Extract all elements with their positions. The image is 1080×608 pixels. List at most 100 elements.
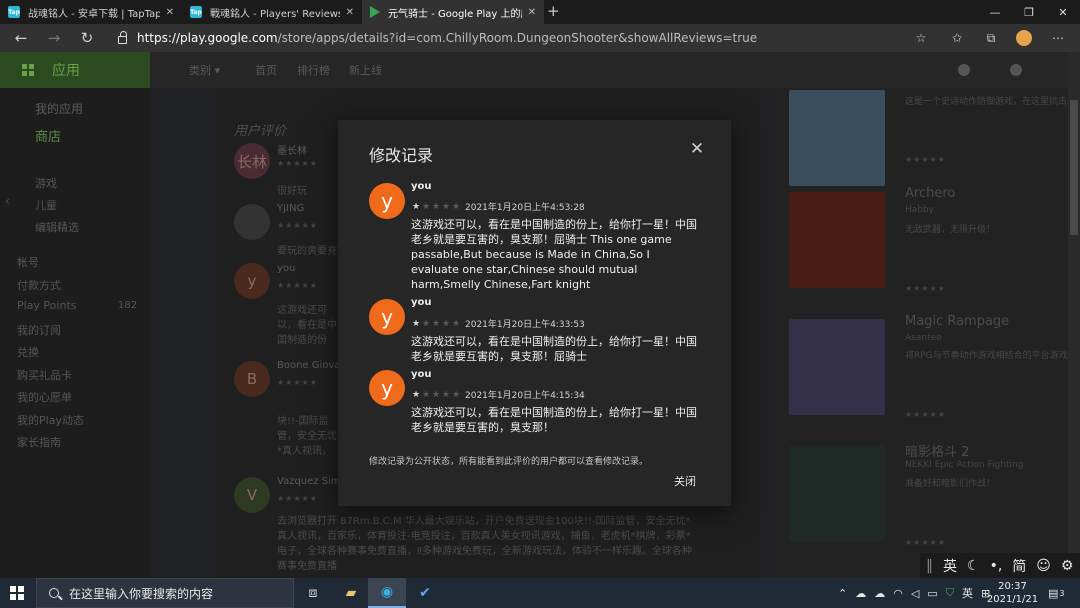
nav-subscriptions[interactable]: 我的订阅 [17, 322, 61, 338]
ime-drag-handle[interactable]: ‖ [926, 558, 933, 574]
wifi-icon[interactable]: ◠ [893, 587, 903, 600]
apps-grid-icon [22, 64, 34, 76]
refresh-icon[interactable]: ↻ [77, 28, 97, 48]
window-close-icon[interactable]: ✕ [1046, 0, 1080, 24]
review-text: 块!!-国际监管，安全无忧*真人视讯，百家乐，体育投注-电竞投注，百款真人美女视… [277, 416, 337, 457]
nav-redeem[interactable]: 兑换 [17, 344, 39, 360]
new-tab-icon[interactable]: + [547, 2, 560, 20]
app-developer: Habby [905, 205, 935, 215]
nav-kids[interactable]: 儿童 [35, 197, 57, 213]
app-description: 这是一个史诗动作防御游戏，在这里抗击邪恶部落，守卫你的王国吧！ [905, 97, 1080, 107]
url-field[interactable]: https://play.google.com /store/apps/deta… [106, 27, 938, 49]
back-icon[interactable]: ← [11, 28, 31, 48]
nav-payment[interactable]: 付款方式 [17, 277, 61, 293]
star-icon: ★ [421, 201, 431, 212]
topnav-new[interactable]: 新上线 [349, 52, 382, 88]
app-thumbnail[interactable] [789, 446, 885, 542]
favorite-star-icon[interactable]: ☆ [913, 30, 929, 46]
ime-emoji-icon[interactable]: ☺ [1036, 558, 1051, 574]
tab-taptap-1[interactable]: Tap 战魂铭人 - 安卓下载 | TapTap 发现好游戏 ✕ [0, 0, 182, 24]
input-language-indicator[interactable]: 英 [962, 585, 973, 601]
close-icon[interactable]: ✕ [528, 7, 536, 18]
nav-play-activity[interactable]: 我的Play动态 [17, 412, 84, 428]
chevron-left-icon[interactable]: ‹ [5, 194, 10, 208]
volume-icon[interactable]: ◁ [911, 587, 919, 600]
app-description: 将RPG与节奏动作游戏相结合的平台游戏！ [905, 351, 1077, 361]
file-explorer-icon[interactable]: ▰ [332, 578, 370, 608]
edit-history-dialog: 修改记录 ✕ y you ★ ★ ★ ★ ★ 2021年1月20日上午4:53:28 这… [338, 120, 731, 506]
ime-settings-icon[interactable]: ⚙ [1061, 558, 1074, 574]
cloud-sync-icon[interactable]: ☁ [874, 587, 885, 600]
nav-play-points[interactable]: Play Points [17, 299, 76, 312]
onedrive-icon[interactable]: ☁ [855, 587, 866, 600]
entry-date: 2021年1月20日上午4:33:53 [465, 320, 585, 330]
clock-date: 2021/1/21 [986, 594, 1039, 605]
address-bar-row: ← → ↻ https://play.google.com /store/app… [0, 24, 1080, 52]
taptap-favicon-icon: Tap [190, 6, 202, 18]
close-icon[interactable]: ✕ [689, 141, 705, 158]
favorites-list-icon[interactable]: ✩ [949, 30, 965, 46]
tab-taptap-2[interactable]: Tap 戰魂銘人 - Players' Reviews | TapTap ✕ [182, 0, 362, 24]
app-stars: ★★★★★ [905, 538, 946, 547]
collections-icon[interactable]: ⧉ [983, 30, 999, 46]
edge-browser-icon[interactable]: ◉ [368, 578, 406, 608]
security-shield-icon[interactable]: ⛉ [946, 586, 954, 600]
star-icon: ★ [441, 389, 451, 400]
avatar: 长林 [234, 143, 270, 179]
clock[interactable]: 20:37 2021/1/21 [985, 580, 1040, 606]
ime-punct-icon[interactable]: •, [990, 558, 1003, 574]
url-host: https://play.google.com [137, 31, 278, 45]
star-icon: ★ [411, 201, 421, 212]
more-menu-icon[interactable]: ⋯ [1050, 30, 1066, 46]
profile-avatar-icon[interactable] [1016, 30, 1032, 46]
star-icon: ★ [451, 389, 461, 400]
notification-count: 3 [1059, 588, 1065, 598]
maximize-icon[interactable]: ❐ [1012, 0, 1046, 24]
task-view-icon[interactable]: ⧈ [294, 578, 332, 608]
nav-gift-card[interactable]: 购买礼品卡 [17, 367, 72, 383]
minimize-icon[interactable]: — [978, 0, 1012, 24]
tab-google-play[interactable]: 元气骑士 - Google Play 上的应用 ✕ [362, 0, 544, 24]
app-thumbnail[interactable] [789, 319, 885, 415]
windows-start-icon[interactable] [10, 586, 24, 600]
nav-store[interactable]: 商店 [35, 126, 61, 145]
app-thumbnail[interactable] [789, 192, 885, 288]
play-points-count: 182 [118, 300, 138, 311]
nav-games[interactable]: 游戏 [35, 175, 57, 191]
notification-center-icon[interactable]: ▤ 3 [1048, 578, 1065, 608]
topnav-categories[interactable]: 类别 ▾ [189, 52, 220, 88]
forward-icon[interactable]: → [44, 28, 64, 48]
star-icon: ★ [451, 318, 461, 329]
app-name[interactable]: 暗影格斗 2 [905, 441, 969, 460]
topnav-home[interactable]: 首页 [255, 52, 277, 88]
scrollbar-thumb[interactable] [1070, 100, 1078, 235]
battery-icon[interactable]: ▭ [927, 587, 937, 600]
settings-gear-icon[interactable] [1010, 64, 1022, 76]
apps-section-tile[interactable]: 应用 [0, 52, 150, 88]
nav-wishlist[interactable]: 我的心愿单 [17, 389, 72, 405]
topnav-charts[interactable]: 排行榜 [297, 52, 330, 88]
nav-account[interactable]: 帐号 [17, 254, 39, 270]
ime-moon-icon[interactable]: ☾ [967, 558, 980, 574]
app-thumbnail[interactable] [789, 90, 885, 186]
todo-app-icon[interactable]: ✔ [406, 578, 444, 608]
close-icon[interactable]: ✕ [346, 7, 354, 18]
tray-expand-icon[interactable]: ⌃ [838, 587, 847, 600]
nav-editors-choice[interactable]: 编辑精选 [35, 219, 79, 235]
nav-parent-guide[interactable]: 家长指南 [17, 434, 61, 450]
app-developer: Asantee [905, 333, 942, 343]
app-name[interactable]: Magic Rampage [905, 314, 1009, 329]
close-icon[interactable]: ✕ [166, 7, 174, 18]
help-icon[interactable] [958, 64, 970, 76]
review-text: 很好玩 [277, 186, 307, 197]
avatar: y [369, 370, 405, 406]
ime-lang-toggle[interactable]: 英 [943, 556, 957, 576]
rating-stars: ★ ★ ★ ★ ★ [411, 319, 461, 329]
taskbar-search[interactable]: 在这里输入你要搜索的内容 [36, 578, 294, 608]
avatar [234, 204, 270, 240]
nav-my-apps[interactable]: 我的应用 [35, 100, 83, 117]
app-name[interactable]: Archero [905, 186, 955, 201]
screen: Tap 战魂铭人 - 安卓下载 | TapTap 发现好游戏 ✕ Tap 戰魂銘… [0, 0, 1080, 608]
ime-mode-toggle[interactable]: 简 [1012, 556, 1026, 576]
close-button[interactable]: 关闭 [662, 471, 708, 491]
